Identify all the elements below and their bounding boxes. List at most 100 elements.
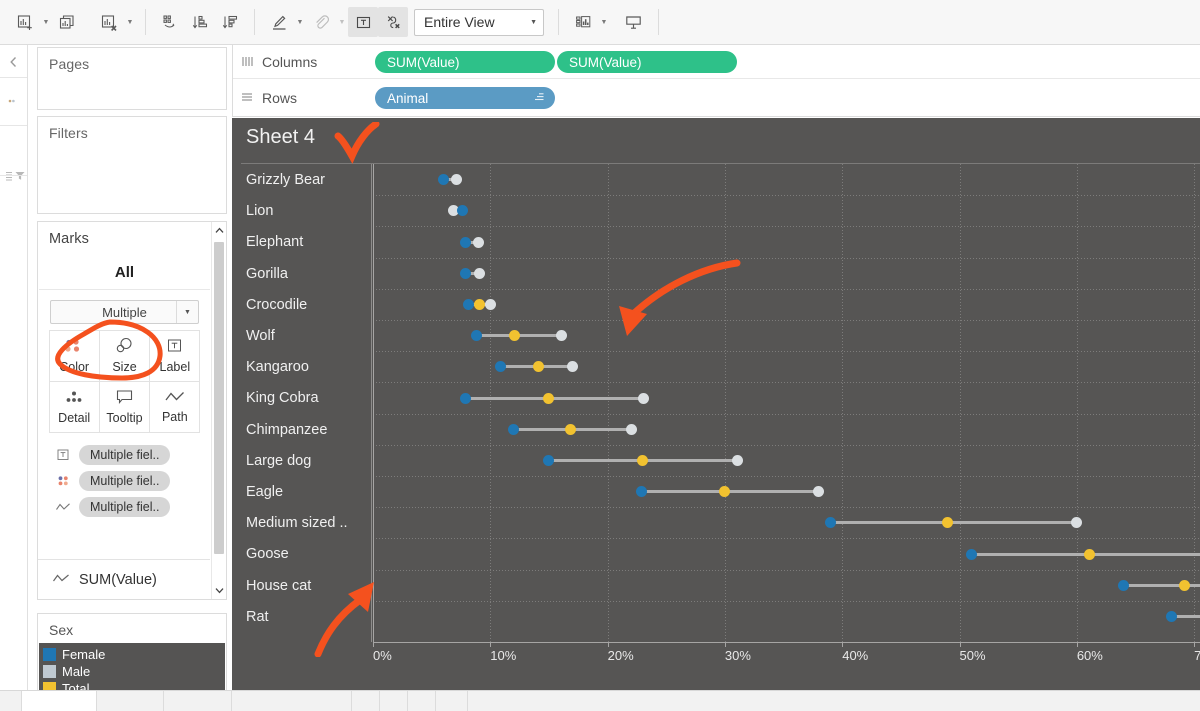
row-header-label[interactable]: Crocodile (246, 297, 307, 313)
data-point-total[interactable] (942, 517, 954, 529)
data-point-total[interactable] (474, 298, 486, 310)
rows-shelf[interactable]: Rows Animal (233, 80, 1200, 116)
bottom-tab[interactable] (408, 691, 436, 711)
bottom-tab[interactable] (380, 691, 408, 711)
data-point-female[interactable] (460, 392, 472, 404)
marks-tooltip-button[interactable]: Tooltip (98, 380, 151, 433)
row-header-label[interactable]: Medium sized .. (246, 515, 348, 531)
data-point-female[interactable] (824, 517, 836, 529)
row-header-label[interactable]: King Cobra (246, 390, 319, 406)
row-header-label[interactable]: Kangaroo (246, 359, 309, 375)
marks-label-button[interactable]: Label (149, 329, 201, 382)
data-point-male[interactable] (813, 486, 825, 498)
scroll-down-arrow-icon[interactable] (212, 582, 226, 599)
data-point-total[interactable] (719, 486, 731, 498)
marks-color-button[interactable]: Color (48, 329, 100, 382)
row-header-label[interactable]: Grizzly Bear (246, 172, 325, 188)
row-header-label[interactable]: Rat (246, 609, 269, 625)
bottom-tab[interactable] (232, 691, 352, 711)
clear-sheet-caret[interactable]: ▼ (124, 7, 136, 37)
data-point-female[interactable] (965, 548, 977, 560)
data-point-male[interactable] (566, 361, 578, 373)
worksheet-viz[interactable]: Sheet 4 Grizzly Bear Lion Elephant Gorilla C… (232, 118, 1200, 690)
legend-item-female[interactable]: Female (43, 646, 225, 663)
duplicate-sheet-button[interactable] (52, 7, 82, 37)
new-worksheet-caret[interactable]: ▼ (40, 7, 52, 37)
columns-pill-sum-value-1[interactable]: SUM(Value) (375, 51, 555, 73)
sort-ascending-button[interactable] (185, 7, 215, 37)
data-point-female[interactable] (636, 486, 648, 498)
fix-axes-button[interactable] (378, 7, 408, 37)
data-point-female[interactable] (495, 361, 507, 373)
data-point-male[interactable] (474, 267, 486, 279)
row-header-label[interactable]: Elephant (246, 234, 303, 250)
data-point-female[interactable] (508, 423, 520, 435)
bottom-tab[interactable] (97, 691, 164, 711)
data-point-male[interactable] (732, 454, 744, 466)
row-header-label[interactable]: Lion (246, 203, 273, 219)
row-header-label[interactable]: Gorilla (246, 266, 288, 282)
data-point-female[interactable] (543, 454, 555, 466)
fit-select[interactable]: Entire View ▼ (414, 8, 544, 36)
data-point-female[interactable] (460, 267, 472, 279)
columns-pill-sum-value-2[interactable]: SUM(Value) (557, 51, 737, 73)
data-point-total[interactable] (1084, 548, 1096, 560)
data-source-icon[interactable] (8, 97, 17, 106)
data-point-total[interactable] (532, 361, 544, 373)
marks-detail-button[interactable]: Detail (48, 380, 100, 433)
show-mark-labels-button[interactable] (348, 7, 378, 37)
new-worksheet-button[interactable] (10, 7, 40, 37)
row-header-label[interactable]: Wolf (246, 328, 275, 344)
marks-field-row[interactable]: Multiple fiel.. (39, 468, 210, 494)
bottom-tab[interactable] (164, 691, 232, 711)
clear-sheet-button[interactable] (94, 7, 124, 37)
marks-field-pill[interactable]: Multiple fiel.. (79, 445, 171, 465)
bottom-tab[interactable] (352, 691, 380, 711)
row-header-label[interactable]: Eagle (246, 484, 283, 500)
swap-rows-columns-button[interactable] (155, 7, 185, 37)
row-header-label[interactable]: House cat (246, 578, 311, 594)
bottom-tab[interactable] (436, 691, 468, 711)
plot-area[interactable] (373, 164, 1200, 642)
data-point-total[interactable] (564, 423, 576, 435)
scroll-up-arrow-icon[interactable] (212, 222, 226, 239)
marks-card-scrollbar[interactable] (211, 222, 226, 599)
data-point-female[interactable] (462, 298, 474, 310)
data-point-female[interactable] (456, 205, 468, 217)
row-header-label[interactable]: Chimpanzee (246, 422, 327, 438)
data-point-female[interactable] (470, 330, 482, 342)
data-point-female[interactable] (460, 236, 472, 248)
data-point-male[interactable] (473, 236, 485, 248)
mark-connector-line[interactable] (641, 490, 819, 494)
marks-size-button[interactable]: Size (98, 329, 151, 382)
group-members-button[interactable] (306, 7, 336, 37)
marks-field-pill[interactable]: Multiple fiel.. (79, 471, 171, 491)
sort-icon[interactable] (534, 91, 545, 105)
collapse-sidebar-button[interactable] (0, 48, 27, 76)
legend-item-male[interactable]: Male (43, 663, 225, 680)
data-point-male[interactable] (450, 174, 462, 186)
group-members-caret[interactable]: ▼ (336, 7, 348, 37)
data-point-male[interactable] (1071, 517, 1083, 529)
data-point-female[interactable] (437, 174, 449, 186)
highlight-button[interactable] (264, 7, 294, 37)
data-point-male[interactable] (556, 330, 568, 342)
row-header-label[interactable]: Large dog (246, 453, 311, 469)
bottom-tab-active[interactable] (22, 691, 97, 711)
show-hide-cards-button[interactable] (568, 7, 598, 37)
data-point-male[interactable] (625, 423, 637, 435)
marks-path-button[interactable]: Path (149, 380, 201, 433)
mark-connector-line[interactable] (830, 521, 1077, 525)
data-point-female[interactable] (1166, 610, 1178, 622)
mark-connector-line[interactable] (465, 396, 644, 400)
marks-scrollbar-thumb[interactable] (214, 242, 224, 554)
data-point-total[interactable] (543, 392, 555, 404)
highlight-caret[interactable]: ▼ (294, 7, 306, 37)
columns-shelf[interactable]: Columns SUM(Value) SUM(Value) (233, 46, 1200, 79)
data-point-total[interactable] (1179, 579, 1191, 591)
data-point-male[interactable] (484, 298, 496, 310)
marks-field-row[interactable]: Multiple fiel.. (39, 442, 210, 468)
marks-field-pill[interactable]: Multiple fiel.. (79, 497, 171, 517)
data-point-total[interactable] (637, 454, 649, 466)
sort-descending-button[interactable] (215, 7, 245, 37)
